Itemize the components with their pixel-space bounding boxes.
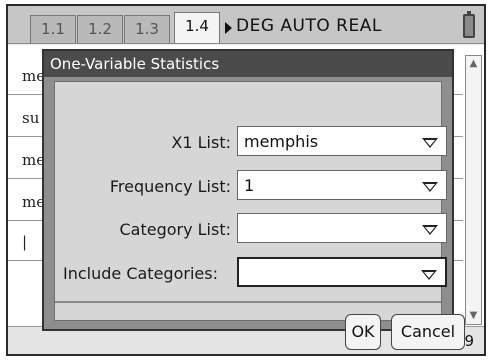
x1-list-label: X1 List: xyxy=(171,133,231,152)
vertical-scrollbar[interactable]: ▲ ▼ xyxy=(465,55,482,325)
dialog-title: One-Variable Statistics xyxy=(44,51,452,77)
x1-list-value: memphis xyxy=(244,132,319,151)
include-categories-label: Include Categories: xyxy=(63,264,218,283)
scroll-up-icon[interactable]: ▲ xyxy=(467,58,480,70)
battery-icon xyxy=(463,11,475,38)
tab-1-3[interactable]: 1.3 xyxy=(124,15,170,43)
tab-1-4[interactable]: 1.4 xyxy=(174,12,220,43)
frequency-list-dropdown[interactable]: 1 xyxy=(237,170,447,200)
dialog-body: X1 List: memphis Frequency List: 1 Categ… xyxy=(54,81,465,350)
divider xyxy=(55,301,441,303)
cancel-button[interactable]: Cancel xyxy=(391,314,465,350)
mode-status: DEG AUTO REAL xyxy=(236,16,382,36)
chevron-down-icon[interactable] xyxy=(422,182,438,192)
category-list-dropdown[interactable] xyxy=(237,213,447,243)
tab-1-1[interactable]: 1.1 xyxy=(30,15,76,43)
tab-bar: 1.1 1.2 1.3 1.4 DEG AUTO REAL xyxy=(8,6,484,44)
ok-button[interactable]: OK xyxy=(345,314,381,350)
x1-list-dropdown[interactable]: memphis xyxy=(237,126,447,156)
frequency-list-value: 1 xyxy=(244,176,255,195)
tab-1-2[interactable]: 1.2 xyxy=(77,15,123,43)
chevron-down-icon[interactable] xyxy=(422,225,438,235)
calculator-screen: 1.1 1.2 1.3 1.4 DEG AUTO REAL me su me m… xyxy=(6,4,486,356)
category-list-label: Category List: xyxy=(119,220,231,239)
one-variable-statistics-dialog: One-Variable Statistics X1 List: memphis… xyxy=(42,49,465,350)
chevron-down-icon[interactable] xyxy=(422,138,438,148)
include-categories-dropdown[interactable] xyxy=(237,257,447,287)
frequency-list-label: Frequency List: xyxy=(109,177,231,196)
play-triangle-icon xyxy=(225,22,232,34)
scroll-down-icon[interactable]: ▼ xyxy=(467,310,480,322)
chevron-down-icon[interactable] xyxy=(421,270,437,280)
